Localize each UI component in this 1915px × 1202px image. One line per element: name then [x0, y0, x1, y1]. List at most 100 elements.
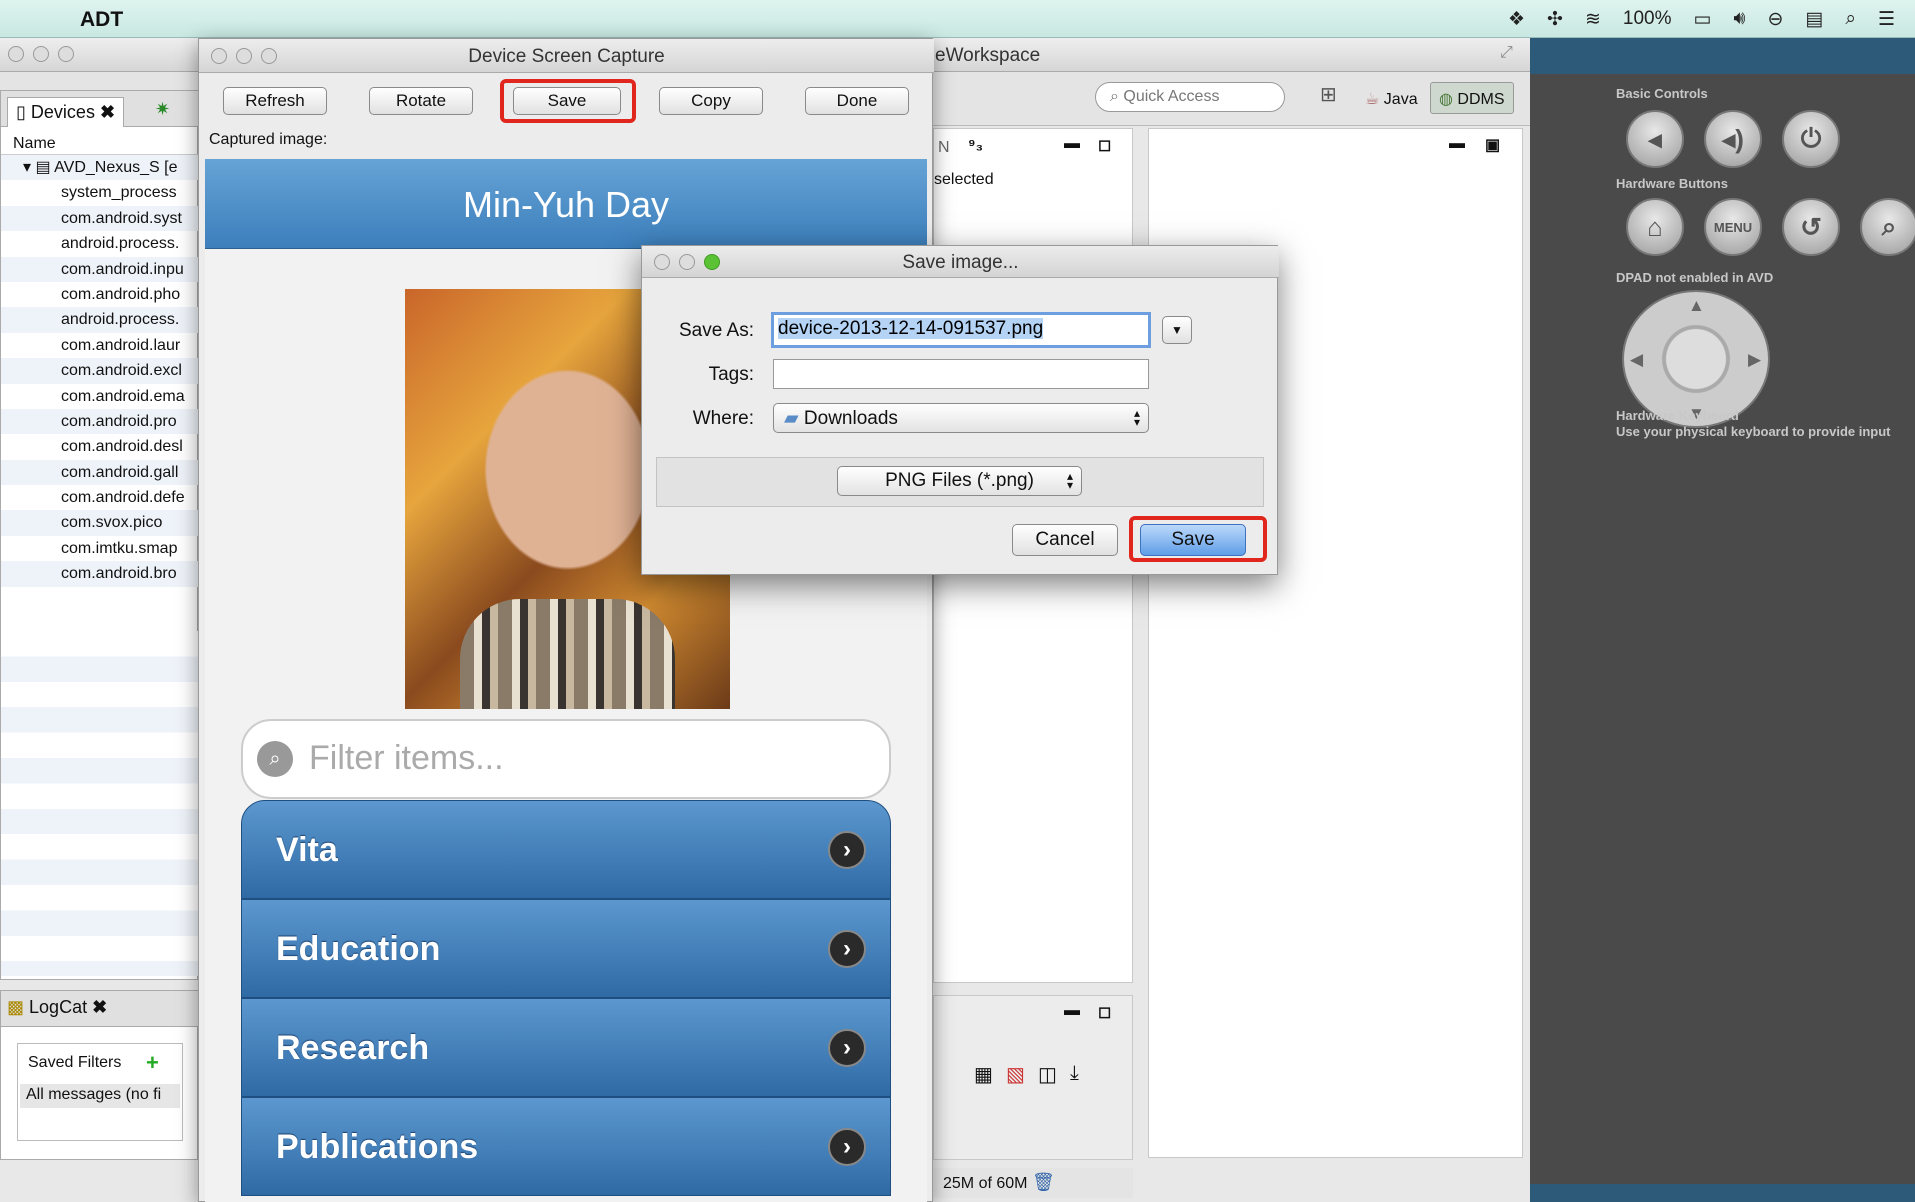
spotlight-search-icon[interactable]: ⌕	[1845, 8, 1856, 30]
done-button[interactable]: Done	[805, 87, 909, 115]
all-messages-filter[interactable]: All messages (no fi	[20, 1084, 180, 1108]
dpad-up-icon: ▲	[1688, 296, 1705, 315]
add-filter-icon[interactable]: +	[146, 1050, 159, 1076]
chevron-right-icon: ›	[828, 1029, 866, 1067]
list-item[interactable]: com.android.gall	[1, 459, 199, 486]
save-image-dialog: Save image... Save As: device-2013-12-14…	[641, 245, 1279, 575]
volume-down-icon: ◂	[1648, 123, 1662, 154]
back-button[interactable]: ↺	[1782, 198, 1840, 256]
maximize-view-icon[interactable]: ◻	[1098, 135, 1111, 155]
cancel-button[interactable]: Cancel	[1012, 524, 1118, 556]
window-controls	[8, 46, 74, 62]
clear-log-icon[interactable]: ▧	[1006, 1062, 1025, 1087]
expand-dialog-button[interactable]: ▼	[1162, 316, 1192, 344]
devices-view: ▯ Devices ✖ ✷ Name ▾ ▤ AVD_Nexus_S [e sy…	[0, 90, 199, 980]
zoom-window-icon[interactable]	[58, 46, 74, 62]
list-item[interactable]: com.android.laur	[1, 333, 199, 358]
dialog-save-button[interactable]: Save	[1140, 524, 1246, 556]
list-item-publications[interactable]: Publications ›	[241, 1097, 891, 1196]
list-item-education[interactable]: Education ›	[241, 899, 891, 998]
list-item[interactable]: com.android.syst	[1, 205, 199, 232]
hardware-buttons-label: Hardware Buttons	[1616, 176, 1728, 191]
thread-count-icon: ⁹₃	[968, 137, 983, 154]
updown-arrows-icon: ▴ ▾	[1133, 406, 1140, 429]
wifi-icon[interactable]: ≋	[1585, 8, 1601, 31]
list-item[interactable]: com.android.excl	[1, 358, 199, 384]
logcat-icon: ▩	[7, 997, 25, 1017]
dropbox-icon[interactable]: ❖	[1508, 8, 1525, 31]
save-log-icon[interactable]: ▦	[974, 1062, 993, 1087]
minimize-view-icon[interactable]: ▬	[1064, 135, 1080, 153]
filter-items-input[interactable]: ⌕ Filter items...	[241, 719, 891, 799]
dpad-left-icon: ◀	[1630, 350, 1644, 369]
list-item[interactable]: com.android.desl	[1, 434, 199, 459]
perspective-ddms-button[interactable]: ◍ DDMS	[1430, 82, 1514, 114]
save-button[interactable]: Save	[513, 87, 621, 115]
copy-button[interactable]: Copy	[659, 87, 763, 115]
menu-button[interactable]: MENU	[1704, 198, 1762, 256]
filename-field[interactable]: device-2013-12-14-091537.png	[771, 312, 1151, 348]
minimize-window-icon[interactable]	[33, 46, 49, 62]
list-item[interactable]: com.svox.pico	[1, 510, 199, 536]
list-item[interactable]: android.process.	[1, 307, 199, 333]
scroll-lock-icon[interactable]: ⤓	[1070, 1062, 1079, 1085]
list-item[interactable]: com.imtku.smap	[1, 536, 199, 561]
app-menu-name[interactable]: ADT	[80, 8, 123, 32]
list-item-vita[interactable]: Vita ›	[241, 800, 891, 899]
notification-list-icon[interactable]: ☰	[1878, 8, 1895, 31]
flag-icon[interactable]: ▤	[1805, 8, 1823, 31]
battery-percent[interactable]: 100%	[1623, 8, 1672, 30]
close-window-icon[interactable]	[8, 46, 24, 62]
expand-triangle-icon[interactable]: ▾	[23, 159, 31, 176]
name-column-header[interactable]: Name	[1, 135, 199, 155]
volume-up-button[interactable]: ◂)	[1704, 110, 1762, 168]
list-item[interactable]: android.process.	[1, 231, 199, 256]
capture-titlebar: Device Screen Capture	[199, 39, 934, 73]
open-perspective-icon[interactable]: ⊞	[1320, 82, 1337, 107]
minimize-view-icon[interactable]: ▬	[1449, 135, 1465, 153]
phone-header-title: Min-Yuh Day	[462, 184, 670, 225]
sync-icon[interactable]: ✣	[1547, 8, 1563, 31]
search-button[interactable]: ⌕	[1860, 198, 1915, 256]
eclipse-window-title: eWorkspace	[935, 45, 1041, 66]
rotate-button[interactable]: Rotate	[369, 87, 473, 115]
list-item[interactable]: system_process	[1, 180, 199, 205]
tab-devices[interactable]: ▯ Devices ✖	[7, 97, 125, 127]
close-tab-icon[interactable]: ✖	[92, 997, 107, 1017]
file-type-popup[interactable]: PNG Files (*.png) ▴ ▾	[837, 466, 1082, 496]
toggle-panel-icon[interactable]: ◫	[1038, 1062, 1057, 1087]
device-node[interactable]: ▾ ▤ AVD_Nexus_S [e	[1, 155, 199, 181]
refresh-button[interactable]: Refresh	[223, 87, 327, 115]
perspective-java-button[interactable]: ☕︎ Java	[1356, 82, 1427, 114]
volume-icon[interactable]: 🔊︎	[1733, 8, 1745, 30]
home-button[interactable]: ⌂	[1626, 198, 1684, 256]
fullscreen-icon[interactable]: ⤢	[1500, 44, 1513, 62]
updown-arrows-icon: ▴ ▾	[1066, 469, 1073, 492]
list-item[interactable]: com.android.pho	[1, 282, 199, 307]
selected-label: selected	[934, 171, 994, 188]
emulator-controls: Basic Controls ◂ ◂) ⏻ Hardware Buttons ⌂…	[1530, 74, 1915, 1184]
tags-field[interactable]	[773, 359, 1149, 389]
list-item-research[interactable]: Research ›	[241, 998, 891, 1097]
restore-view-icon[interactable]: ▣	[1485, 135, 1500, 155]
garbage-collect-icon[interactable]: 🗑︎	[1032, 1172, 1055, 1192]
where-popup[interactable]: ▰ Downloads ▴ ▾	[773, 403, 1149, 433]
list-item[interactable]: com.android.ema	[1, 384, 199, 409]
list-item[interactable]: com.android.pro	[1, 408, 199, 435]
captured-image-label: Captured image:	[209, 131, 328, 148]
minimize-view-icon[interactable]: ▬	[1064, 1002, 1080, 1020]
volume-down-button[interactable]: ◂	[1626, 110, 1684, 168]
hardware-keyboard-desc: Use your physical keyboard to provide in…	[1616, 424, 1891, 439]
power-button[interactable]: ⏻	[1782, 110, 1840, 168]
menu-label: MENU	[1713, 219, 1753, 235]
quick-access-field[interactable]: ⌕ Quick Access	[1095, 82, 1285, 112]
debug-icon[interactable]: ✷	[155, 99, 170, 120]
maximize-view-icon[interactable]: ◻	[1098, 1002, 1111, 1022]
tab-logcat[interactable]: ▩ LogCat ✖	[7, 997, 107, 1018]
list-item[interactable]: com.android.defe	[1, 485, 199, 510]
do-not-disturb-icon[interactable]: ⊖	[1767, 8, 1783, 31]
list-item[interactable]: com.android.bro	[1, 561, 199, 587]
list-item[interactable]: com.android.inpu	[1, 256, 199, 282]
search-icon: ⌕	[257, 741, 293, 777]
close-tab-icon[interactable]: ✖	[100, 102, 115, 122]
